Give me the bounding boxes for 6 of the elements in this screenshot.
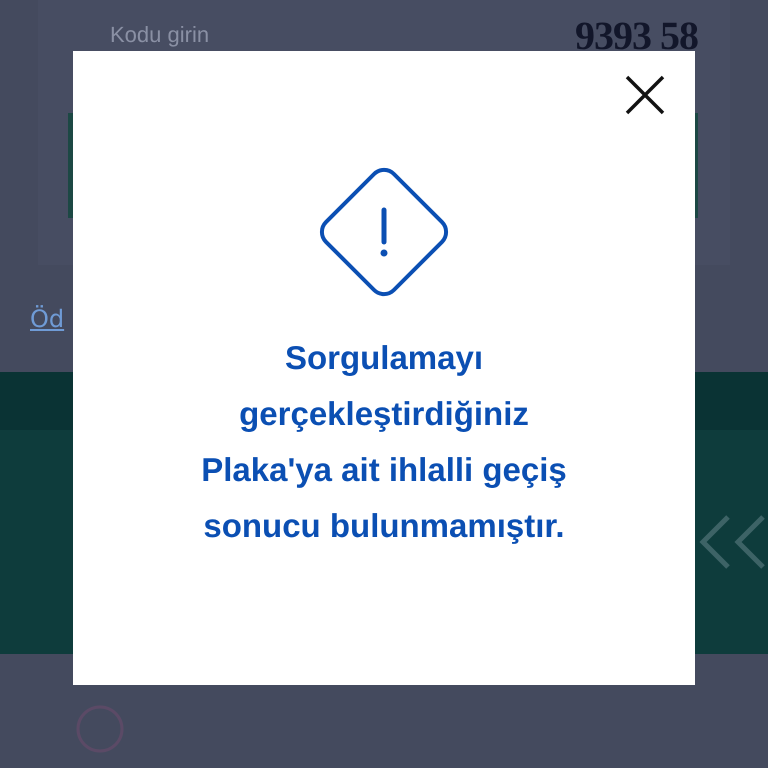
payment-link[interactable]: Öd [30, 304, 64, 332]
close-icon[interactable] [623, 73, 667, 117]
code-field[interactable]: Kodu girin [108, 21, 312, 49]
seal-icon [75, 704, 125, 754]
alert-message: Sorgulamayı gerçekleştirdiğiniz Plaka'ya ait ihlalli geçiş sonucu bulunmamıştır. [201, 338, 567, 546]
captcha-code: 9393 58 [575, 12, 698, 58]
